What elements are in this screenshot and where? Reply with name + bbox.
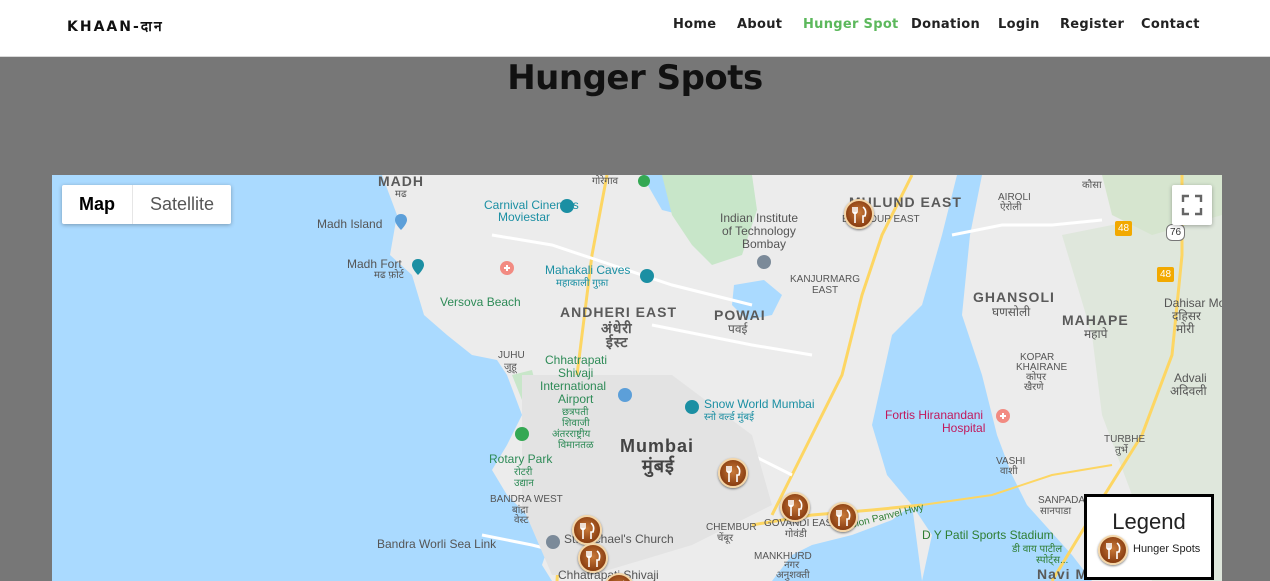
label-mahakali: Mahakali Caves <box>545 263 631 277</box>
label-advali-2: अदिवली <box>1170 384 1207 398</box>
label-mumbai: Mumbai <box>620 436 695 456</box>
cinema-icon[interactable] <box>560 199 574 213</box>
label-mahape-dev: महापे <box>1084 327 1108 341</box>
road-shield-48b: 48 <box>1157 267 1175 282</box>
fullscreen-icon <box>1181 194 1203 216</box>
label-kopar-4: खैरणे <box>1024 382 1044 393</box>
label-snow-1: Snow World Mumbai <box>704 397 815 411</box>
nav-home[interactable]: Home <box>673 17 716 32</box>
label-mankhurd-1: MANKHURD <box>754 551 812 562</box>
label-snow-2: स्नो वर्ल्ड मुंबई <box>704 412 755 423</box>
label-powai: POWAI <box>714 307 766 323</box>
label-juhu-dev: जुहू <box>504 362 517 373</box>
fullscreen-button[interactable] <box>1172 185 1212 225</box>
brand-logo[interactable]: KHAAN-दान <box>67 17 164 36</box>
nav-about[interactable]: About <box>737 17 782 32</box>
label-chembur-2: चेंबूर <box>717 533 734 544</box>
map-type-satellite-button[interactable]: Satellite <box>133 185 231 224</box>
fort-pin-icon[interactable] <box>412 259 424 275</box>
label-csia-8: विमानतळ <box>558 440 594 451</box>
hunger-spots-map[interactable]: MADH मढ Madh Island Madh Fort मढ फ़ोर्ट … <box>52 175 1222 581</box>
fork-knife-icon <box>836 509 851 526</box>
label-goregaon-dev: गोरेगाव <box>592 176 619 187</box>
fork-knife-icon <box>852 206 867 223</box>
label-mahakali-dev: महाकाली गुफ़ा <box>556 278 609 289</box>
hunger-spot-marker[interactable] <box>828 502 858 532</box>
hunger-spot-marker[interactable] <box>718 458 748 488</box>
hunger-spot-marker[interactable] <box>578 543 608 573</box>
caves-icon[interactable] <box>640 269 654 283</box>
road-shield-48a: 48 <box>1115 221 1133 236</box>
fork-knife-icon <box>586 550 601 567</box>
label-kanjur-2: EAST <box>812 285 839 296</box>
label-bwsl: Bandra Worli Sea Link <box>377 537 497 551</box>
label-turbhe-2: तुर्भे <box>1115 445 1128 456</box>
label-iit-3: Bombay <box>742 237 787 251</box>
label-govandi-2: गोवंडी <box>785 529 807 540</box>
map-legend: Legend Hunger Spots <box>1084 494 1214 580</box>
label-madh-fort-dev: मढ फ़ोर्ट <box>374 270 404 281</box>
top-navbar: KHAAN-दान Home About Hunger Spot Donatio… <box>0 0 1270 57</box>
label-mumbai-dev: मुंबई <box>642 456 675 476</box>
nav-login[interactable]: Login <box>998 17 1040 32</box>
nav-donation[interactable]: Donation <box>911 17 980 32</box>
fork-knife-icon <box>580 522 595 539</box>
road-shield-76: 76 <box>1166 224 1186 241</box>
label-madh-dev: मढ <box>395 189 407 200</box>
label-dahisar-3: मोरी <box>1176 322 1195 336</box>
label-ghansoli-dev: घणसोली <box>992 305 1031 319</box>
label-vashi-2: वाशी <box>1000 466 1018 477</box>
legend-marker-icon <box>1098 535 1128 565</box>
label-versova: Versova Beach <box>440 295 521 309</box>
map-type-control: Map Satellite <box>62 185 231 224</box>
airport-icon[interactable] <box>618 388 632 402</box>
park-icon[interactable] <box>515 427 529 441</box>
fork-knife-icon <box>1106 542 1121 559</box>
legend-title: Legend <box>1112 509 1186 534</box>
map-type-map-button[interactable]: Map <box>62 185 133 224</box>
label-csia-4: Airport <box>558 392 594 406</box>
label-rotary-1: Rotary Park <box>489 452 553 466</box>
label-madh-island: Madh Island <box>317 217 383 231</box>
hunger-spot-marker[interactable] <box>780 492 810 522</box>
label-airoli-dev: ऐरोली <box>1000 202 1022 213</box>
label-fortis-2: Hospital <box>942 421 986 435</box>
map-terrain <box>52 175 1222 581</box>
page-title: Hunger Spots <box>507 58 763 98</box>
label-kausa: कौसा <box>1082 180 1102 191</box>
label-mahape: MAHAPE <box>1062 312 1129 328</box>
snow-world-icon[interactable] <box>685 400 699 414</box>
hunger-spot-marker[interactable] <box>572 515 602 545</box>
label-sanpada-2: सानपाडा <box>1040 506 1072 517</box>
label-powai-dev: पवई <box>728 322 748 336</box>
poi-green-pin-icon[interactable] <box>638 175 650 187</box>
label-bandra-3: वेस्ट <box>514 515 529 526</box>
label-mankhurd-3: अनुशक्ती <box>776 570 810 581</box>
university-icon[interactable] <box>757 255 771 269</box>
church-icon[interactable] <box>546 535 560 549</box>
nav-register[interactable]: Register <box>1060 17 1124 32</box>
label-dypatil-1: D Y Patil Sports Stadium <box>922 528 1054 542</box>
fortis-hospital-icon[interactable] <box>996 409 1010 423</box>
label-ghansoli: GHANSOLI <box>973 289 1055 305</box>
label-andheri-dev2: ईस्ट <box>606 334 629 350</box>
nav-hunger-spot[interactable]: Hunger Spot <box>803 17 899 32</box>
fork-knife-icon <box>726 465 741 482</box>
hospital-icon[interactable] <box>500 261 514 275</box>
label-moviestar: Moviestar <box>498 210 551 224</box>
label-rotary-3: उद्यान <box>514 478 534 489</box>
hunger-spot-marker[interactable] <box>844 199 874 229</box>
poi-pin-icon[interactable] <box>395 214 407 230</box>
legend-entry: Hunger Spots <box>1133 543 1201 555</box>
nav-contact[interactable]: Contact <box>1141 17 1200 32</box>
fork-knife-icon <box>788 499 803 516</box>
label-madh: MADH <box>378 175 424 189</box>
label-andheri: ANDHERI EAST <box>560 304 678 320</box>
